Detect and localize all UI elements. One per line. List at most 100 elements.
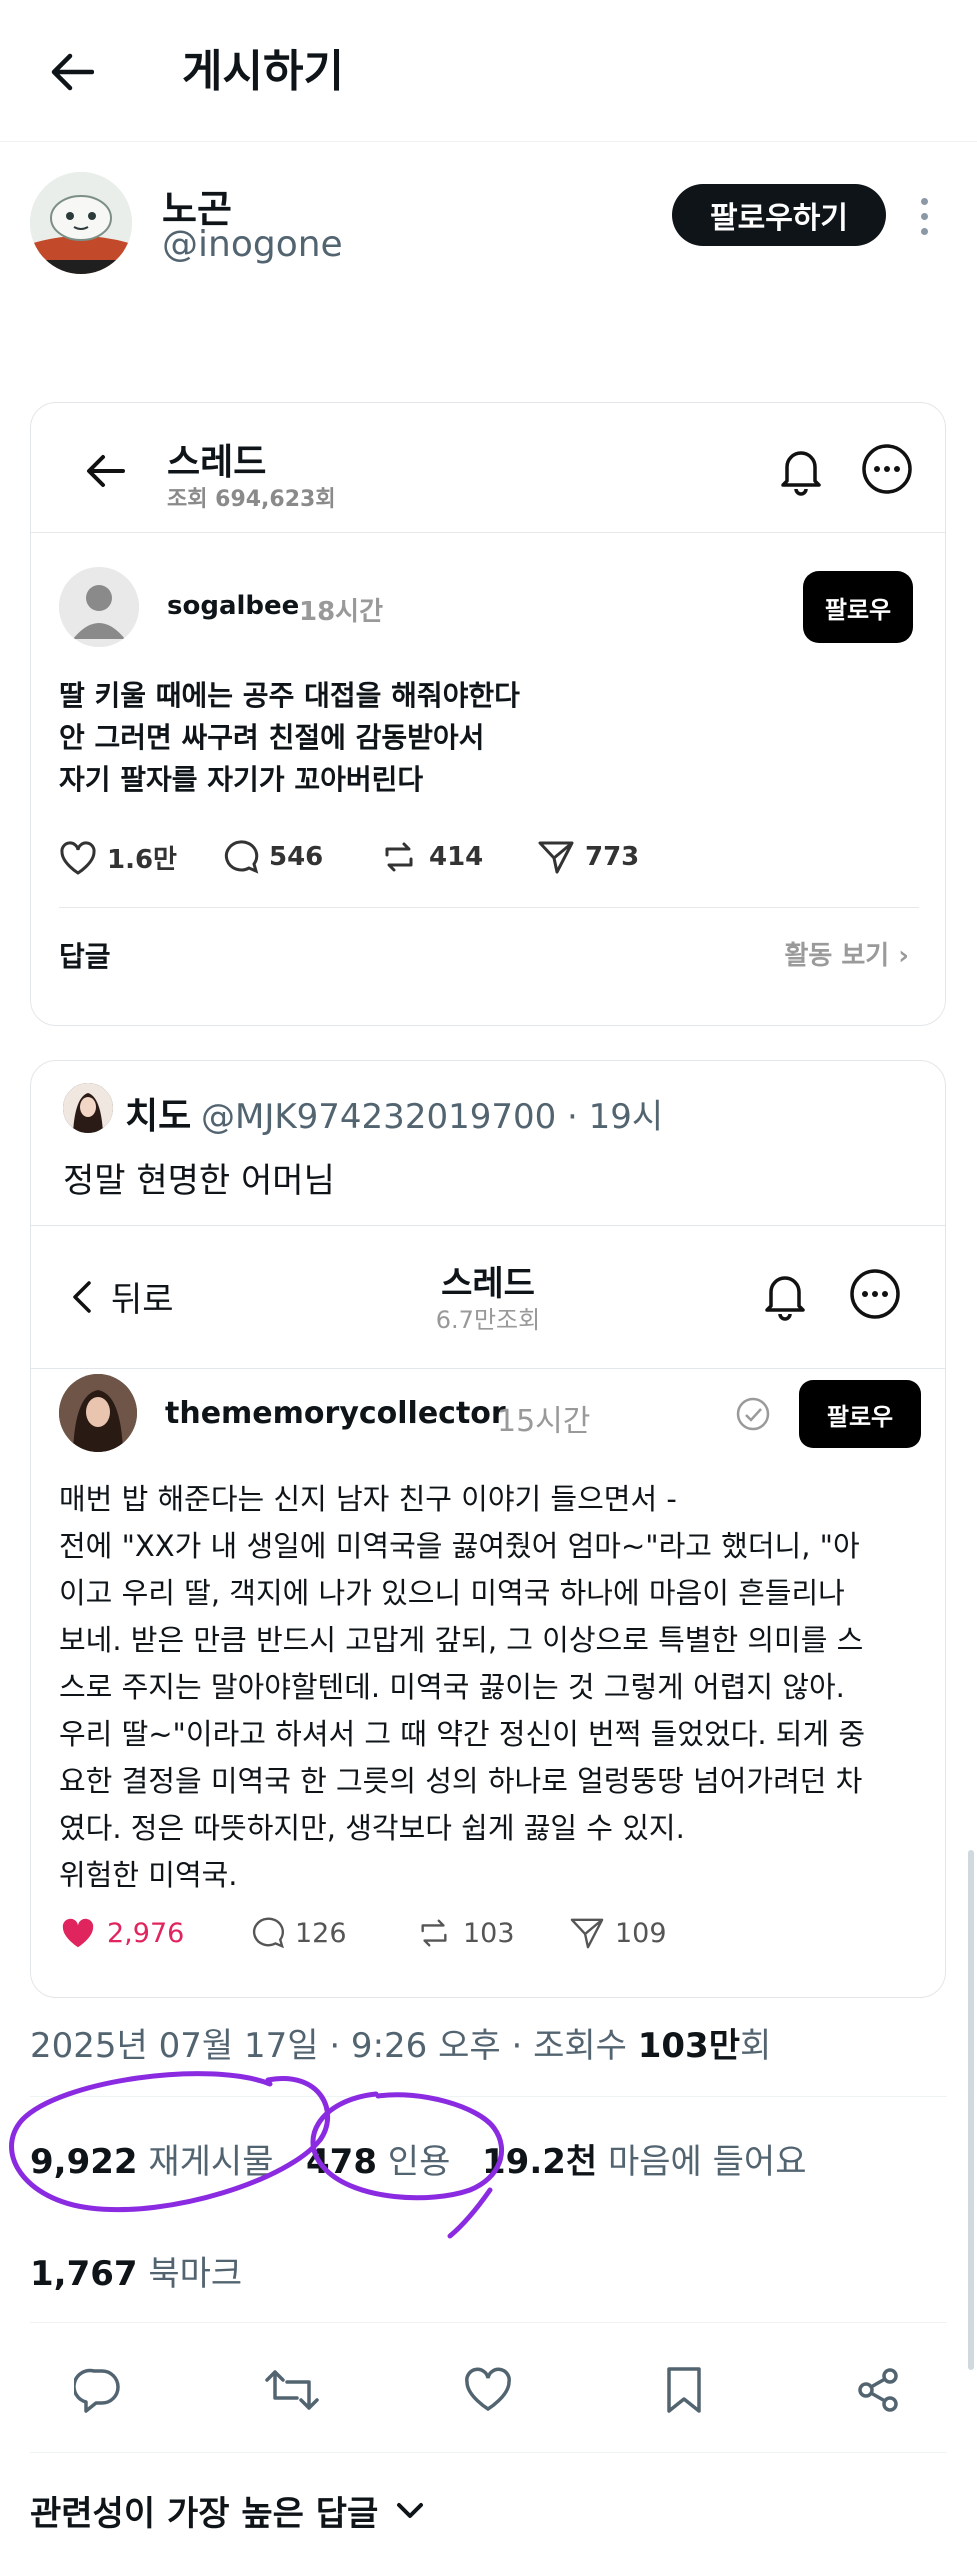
divider <box>30 2452 947 2453</box>
likes-stat[interactable]: 19.2천 마음에 들어요 <box>482 2134 806 2183</box>
avatar <box>63 1083 113 1133</box>
divider <box>59 907 919 908</box>
replies-sort-dropdown[interactable]: 관련성이 가장 높은 답글 <box>30 2486 424 2535</box>
avatar[interactable] <box>30 172 132 274</box>
card1-body: 딸 키울 때에는 공주 대접을 해줘야한다 안 그러면 싸구려 친절에 감동받아… <box>59 675 909 801</box>
avatar <box>59 567 139 647</box>
bell-icon <box>755 1264 815 1324</box>
inner-reposts: 103 <box>415 1916 515 1950</box>
card1-likes-count: 1.6만 <box>107 845 177 875</box>
send-icon <box>570 1918 604 1949</box>
card1-title: 스레드 <box>167 442 267 483</box>
inner-line: 위험한 미역국. <box>59 1858 238 1892</box>
chevron-down-icon <box>397 2502 424 2518</box>
arrow-left-icon <box>51 53 94 91</box>
bookmark-icon <box>667 2367 701 2413</box>
divider <box>30 2096 947 2097</box>
engagement-stats: 9,922 재게시물 478 인용 19.2천 마음에 들어요 <box>30 2134 947 2184</box>
inner-follow-badge: 팔로우 <box>799 1380 921 1448</box>
inner-likes: 2,976 <box>59 1916 184 1950</box>
view-count: 103만 <box>637 2026 740 2066</box>
inner-comments: 126 <box>249 1916 347 1950</box>
divider <box>31 1368 945 1369</box>
likes-count: 19.2천 <box>482 2142 598 2182</box>
repost-icon <box>265 2370 319 2410</box>
card1-activity-link: 활동 보기 › <box>784 935 909 972</box>
bookmarks-count: 1,767 <box>30 2254 138 2294</box>
embedded-image-threads-post[interactable]: 스레드 조회 694,623회 sogalbee 18시간 팔로우 딸 키울 때… <box>30 402 946 1026</box>
share-button[interactable] <box>846 2358 910 2422</box>
card1-shares: 773 <box>537 839 639 875</box>
quoted-author-name: 치도 <box>125 1096 192 1137</box>
more-dot-icon <box>920 197 928 205</box>
repost-button[interactable] <box>260 2358 324 2422</box>
more-options-button[interactable] <box>904 186 944 246</box>
card1-follow-badge: 팔로우 <box>803 571 913 643</box>
heart-icon <box>465 2367 511 2412</box>
inner-line: 전에 "XX가 내 생일에 미역국을 끓여줬어 엄마~"라고 했더니, "아 <box>59 1529 860 1563</box>
quoted-text: 정말 현명한 어머님 <box>63 1161 335 1201</box>
inner-comments-count: 126 <box>295 1917 347 1949</box>
card1-shares-count: 773 <box>585 842 640 872</box>
reply-button[interactable] <box>66 2358 130 2422</box>
comment-icon <box>224 840 259 874</box>
replies-sort-label: 관련성이 가장 높은 답글 <box>30 2494 379 2534</box>
inner-line: 보네. 받은 만큼 반드시 고맙게 갚되, 그 이상으로 특별한 의미를 스 <box>59 1623 864 1657</box>
inner-shares: 109 <box>569 1916 667 1950</box>
inner-line: 매번 밥 해준다는 신지 남자 친구 이야기 들으면서 - <box>59 1482 677 1516</box>
reposts-stat[interactable]: 9,922 재게시물 <box>30 2134 273 2183</box>
inner-username: thememorycollector <box>165 1396 506 1431</box>
send-icon <box>538 841 574 874</box>
quoted-author-meta: @MJK974232019700 · 19시 <box>201 1097 664 1137</box>
likes-label: 마음에 들어요 <box>607 2142 807 2182</box>
more-circle-icon <box>857 439 917 499</box>
view-suffix: 회 <box>740 2026 772 2066</box>
bookmark-button[interactable] <box>652 2358 716 2422</box>
heart-icon <box>60 840 96 875</box>
arrow-left-icon <box>75 441 135 501</box>
inner-line: 스로 주지는 말아야할텐데. 미역국 끓이는 것 그렇게 어렵지 않아. <box>59 1670 845 1704</box>
card1-username: sogalbee <box>167 591 300 621</box>
quoted-image: 뒤로 스레드 6.7만조회 thememorycollector 15시간 팔로… <box>31 1225 945 1997</box>
inner-actions: 2,976 126 103 109 <box>59 1912 919 1960</box>
post-date: 2025년 07월 17일 · 9:26 오후 · 조회수 <box>30 2026 638 2066</box>
inner-time: 15시간 <box>497 1404 591 1439</box>
card1-reposts: 414 <box>379 839 483 875</box>
scrollbar[interactable] <box>968 1850 974 2370</box>
card1-header: 스레드 조회 694,623회 <box>31 403 945 533</box>
comment-icon <box>74 2368 120 2413</box>
repost-icon <box>421 1919 447 1947</box>
quoted-post[interactable]: 치도 @MJK974232019700 · 19시 정말 현명한 어머님 뒤로 … <box>30 1060 946 1998</box>
like-button[interactable] <box>456 2358 520 2422</box>
card1-line: 딸 키울 때에는 공주 대접을 해줘야한다 <box>59 679 520 712</box>
inner-body: 매번 밥 해준다는 신지 남자 친구 이야기 들으면서 - 전에 "XX가 내 … <box>59 1476 921 1899</box>
repost-icon <box>385 842 413 872</box>
card1-comments: 546 <box>221 839 323 875</box>
chevron-right-icon: › <box>898 941 909 971</box>
card1-activity-label: 활동 보기 <box>784 941 890 971</box>
quotes-stat[interactable]: 478 인용 <box>306 2134 450 2183</box>
inner-reposts-count: 103 <box>463 1917 515 1949</box>
card1-time: 18시간 <box>299 597 384 627</box>
inner-line: 였다. 정은 따뜻하지만, 생각보다 쉽게 끓일 수 있지. <box>59 1811 685 1845</box>
comment-icon <box>252 1917 285 1949</box>
post-action-bar <box>0 2350 977 2430</box>
inner-line: 우리 딸~"이라고 하셔서 그 때 약간 정신이 번쩍 들었었다. 되게 중 <box>59 1717 866 1751</box>
card1-comments-count: 546 <box>269 842 324 872</box>
page-title: 게시하기 <box>182 46 344 97</box>
card1-reply-label: 답글 <box>59 940 111 973</box>
reposts-count: 9,922 <box>30 2142 138 2182</box>
card1-views: 조회 694,623회 <box>167 487 336 512</box>
follow-button[interactable]: 팔로우하기 <box>672 184 886 246</box>
author-handle[interactable]: @inogone <box>162 224 343 265</box>
quotes-count: 478 <box>306 2142 377 2182</box>
inner-line: 이고 우리 딸, 객지에 나가 있으니 미역국 하나에 마음이 흔들리나 <box>59 1576 845 1610</box>
back-button[interactable] <box>40 40 104 104</box>
bookmarks-stat[interactable]: 1,767 북마크 <box>30 2246 242 2295</box>
post-timestamp-views: 2025년 07월 17일 · 9:26 오후 · 조회수 103만회 <box>30 2018 771 2067</box>
card1-line: 안 그러면 싸구려 친절에 감동받아서 <box>59 721 485 754</box>
top-bar: 게시하기 <box>0 0 977 142</box>
inner-shares-count: 109 <box>615 1917 667 1949</box>
card1-reposts-count: 414 <box>429 842 484 872</box>
avatar <box>59 1374 137 1452</box>
